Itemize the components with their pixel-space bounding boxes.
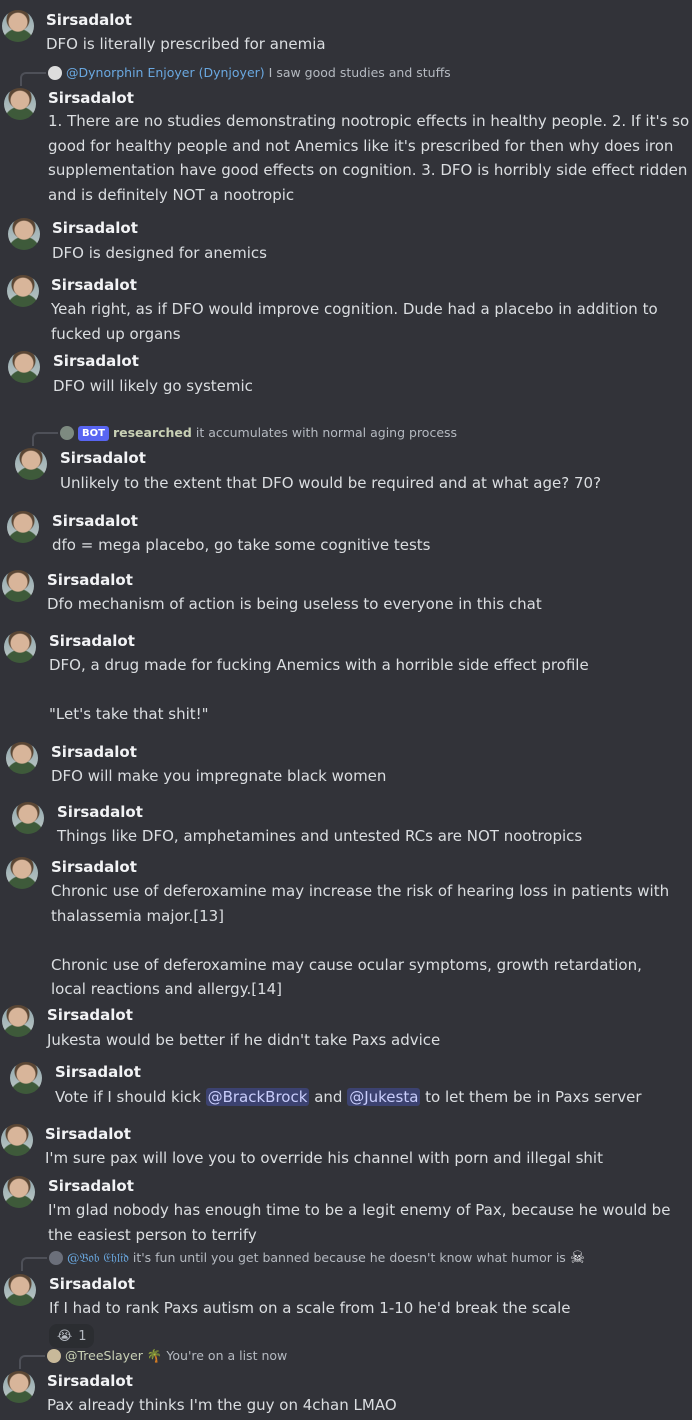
username[interactable]: Sirsadalot <box>52 218 138 238</box>
avatar[interactable] <box>7 511 39 543</box>
username[interactable]: Sirsadalot <box>48 1176 134 1196</box>
username[interactable]: Sirsadalot <box>47 1371 133 1391</box>
reply-author[interactable]: @TreeSlayer <box>65 1348 143 1364</box>
reply-preview[interactable]: @TreeSlayer 🌴 You're on a list now <box>19 1348 288 1369</box>
reply-avatar <box>47 1349 61 1363</box>
reply-preview[interactable]: @𝔅𝔬𝔟 𝔈𝔥𝔩𝔦𝔡 it's fun until you get banned… <box>21 1248 586 1271</box>
message-text-part: and <box>309 1088 348 1106</box>
username[interactable]: Sirsadalot <box>47 1005 133 1025</box>
message-text: DFO is designed for anemics <box>52 244 267 262</box>
avatar[interactable] <box>12 802 44 834</box>
reply-avatar <box>48 66 62 80</box>
reply-spine <box>32 432 58 446</box>
skull-crossbones-icon: ☠ <box>569 1248 586 1268</box>
message-text: dfo = mega placebo, go take some cogniti… <box>52 536 431 554</box>
avatar[interactable] <box>10 1062 42 1094</box>
message-text: I'm sure pax will love you to override h… <box>45 1149 603 1167</box>
avatar[interactable] <box>2 10 34 42</box>
bot-badge: BOT <box>78 425 109 441</box>
reply-spine <box>21 1257 47 1271</box>
reply-author[interactable]: researched <box>113 425 192 441</box>
reply-text: You're on a list now <box>166 1348 288 1363</box>
username[interactable]: Sirsadalot <box>49 1274 135 1294</box>
reply-author[interactable]: @𝔅𝔬𝔟 𝔈𝔥𝔩𝔦𝔡 <box>67 1250 129 1266</box>
username[interactable]: Sirsadalot <box>55 1062 141 1082</box>
username[interactable]: Sirsadalot <box>57 802 143 822</box>
avatar[interactable] <box>4 1274 36 1306</box>
message-text: I'm glad nobody has enough time to be a … <box>48 1201 676 1244</box>
reply-preview[interactable]: BOT researched it accumulates with norma… <box>32 425 458 446</box>
username[interactable]: Sirsadalot <box>51 275 137 295</box>
message-text: If I had to rank Paxs autism on a scale … <box>49 1299 571 1317</box>
message-text: DFO will likely go systemic <box>53 377 253 395</box>
username[interactable]: Sirsadalot <box>53 351 139 371</box>
reaction-count: 1 <box>78 1328 87 1344</box>
message-text: 1. There are no studies demonstrating no… <box>48 112 690 204</box>
avatar[interactable] <box>1 1124 33 1156</box>
avatar[interactable] <box>8 218 40 250</box>
message-text: Things like DFO, amphetamines and untest… <box>57 827 583 845</box>
reply-author[interactable]: @Dynorphin Enjoyer (Dynjoyer) <box>66 65 265 81</box>
username[interactable]: Sirsadalot <box>48 88 134 108</box>
reply-preview[interactable]: @Dynorphin Enjoyer (Dynjoyer) I saw good… <box>20 65 451 86</box>
message-text: Dfo mechanism of action is being useless… <box>47 595 542 613</box>
reply-text: it's fun until you get banned because he… <box>132 1250 566 1265</box>
reply-text: it accumulates with normal aging process <box>195 425 458 440</box>
message-text: DFO will make you impregnate black women <box>51 767 387 785</box>
message-text: Jukesta would be better if he didn't tak… <box>47 1031 441 1049</box>
message-text: Pax already thinks I'm the guy on 4chan … <box>47 1396 397 1414</box>
username[interactable]: Sirsadalot <box>60 448 146 468</box>
avatar[interactable] <box>8 351 40 383</box>
username[interactable]: Sirsadalot <box>51 742 137 762</box>
message-text: Unlikely to the extent that DFO would be… <box>60 474 602 492</box>
mention-jukesta[interactable]: @Jukesta <box>347 1088 421 1106</box>
avatar[interactable] <box>4 631 36 663</box>
avatar[interactable] <box>3 1176 35 1208</box>
loudly-crying-icon: 😭 <box>57 1328 73 1344</box>
message-text-part: to let them be in Paxs server <box>420 1088 642 1106</box>
reply-text: I saw good studies and stuffs <box>268 65 451 80</box>
username[interactable]: Sirsadalot <box>51 857 137 877</box>
message-text: DFO is literally prescribed for anemia <box>46 35 326 53</box>
username[interactable]: Sirsadalot <box>49 631 135 651</box>
reply-avatar <box>49 1251 63 1265</box>
message-text: Vote if I should kick @BrackBrock and @J… <box>55 1085 691 1110</box>
mention-brackbrock[interactable]: @BrackBrock <box>205 1088 310 1106</box>
reaction-button[interactable]: 😭 1 <box>49 1324 95 1348</box>
avatar[interactable] <box>3 1371 35 1403</box>
palm-tree-icon: 🌴 <box>146 1348 163 1363</box>
reply-spine <box>20 72 46 86</box>
avatar[interactable] <box>4 88 36 120</box>
reply-spine <box>19 1355 45 1369</box>
avatar[interactable] <box>6 742 38 774</box>
avatar[interactable] <box>2 570 34 602</box>
reply-avatar <box>60 426 74 440</box>
avatar[interactable] <box>6 857 38 889</box>
message-text: Yeah right, as if DFO would improve cogn… <box>51 300 663 343</box>
avatar[interactable] <box>15 448 47 480</box>
username[interactable]: Sirsadalot <box>47 570 133 590</box>
username[interactable]: Sirsadalot <box>52 511 138 531</box>
message-text: Chronic use of deferoxamine may increase… <box>51 882 670 998</box>
message-text-part: Vote if I should kick <box>55 1088 206 1106</box>
username[interactable]: Sirsadalot <box>45 1124 131 1144</box>
avatar[interactable] <box>7 275 39 307</box>
message-text: DFO, a drug made for fucking Anemics wit… <box>49 656 589 723</box>
username[interactable]: Sirsadalot <box>46 10 132 30</box>
avatar[interactable] <box>2 1005 34 1037</box>
